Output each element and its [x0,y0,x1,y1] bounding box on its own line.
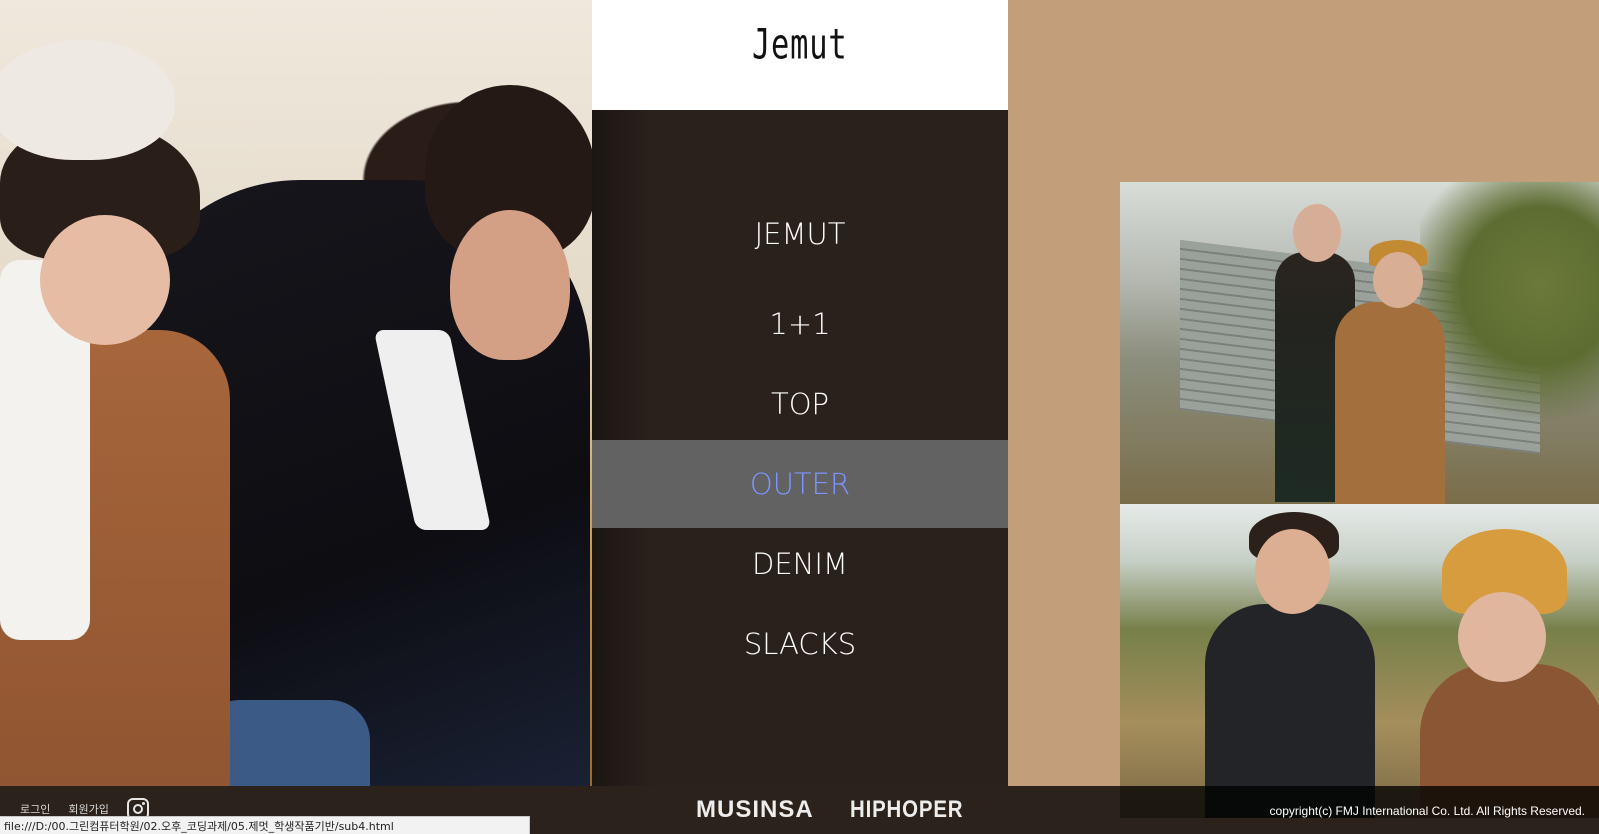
photo-figure-right [1335,240,1445,504]
partner-link-hiphoper[interactable]: HIPHOPER [850,796,963,824]
partner-link-musinsa[interactable]: MUSINSA [696,796,814,824]
hero-photo [0,0,592,786]
nav-item-denim[interactable]: DENIM [592,520,1008,608]
nav-item-outer[interactable]: OUTER [592,440,1008,528]
brand-logo[interactable]: Jemut [752,20,848,68]
photo-figure-face [450,210,570,360]
photo-foliage [1420,182,1599,442]
nav-item-top[interactable]: TOP [592,360,1008,448]
signup-link[interactable]: 회원가입 [68,801,108,817]
photo-figure-beret [0,40,175,160]
browser-status-url: file:///D:/00.그린컴퓨터학원/02.오후_코딩과제/05.제멋_학… [0,816,530,834]
photo-figure-face-left [40,215,170,345]
nav-item-slacks[interactable]: SLACKS [592,600,1008,688]
nav-item-1plus1[interactable]: 1+1 [592,280,1008,368]
lookbook-photo-top [1120,182,1599,504]
nav-item-jemut[interactable]: JEMUT [592,190,1008,278]
login-link[interactable]: 로그인 [20,801,50,817]
copyright-text: copyright(c) FMJ International Co. Ltd. … [1269,804,1585,818]
logo-header[interactable]: Jemut [592,0,1008,110]
lookbook-photo-bottom [1120,504,1599,818]
